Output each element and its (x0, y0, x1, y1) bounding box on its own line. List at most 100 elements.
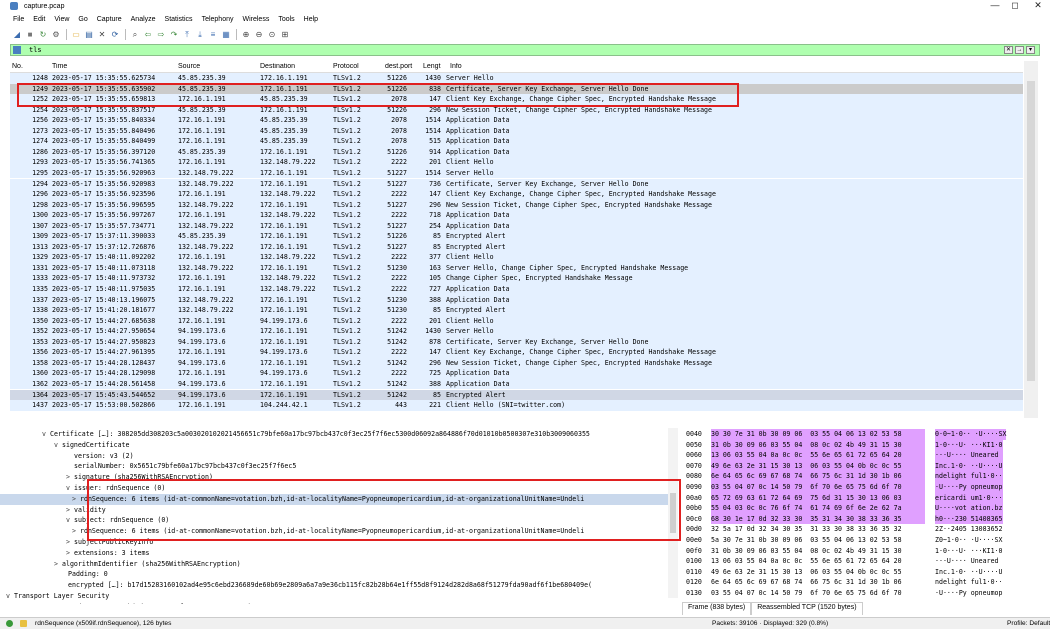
col-header-no[interactable]: No. (12, 63, 48, 70)
back-icon[interactable]: ⇦ (143, 30, 153, 40)
save-icon[interactable]: ▤ (84, 30, 94, 40)
packet-row[interactable]: 1333 2023-05-17 15:40:11.973732 172.16.1.1… (10, 273, 1023, 284)
packet-row[interactable]: 1337 2023-05-17 15:40:13.196075 132.148.79… (10, 294, 1023, 306)
collapsed-arrow-icon[interactable]: > (66, 537, 74, 548)
packet-row[interactable]: 1294 2023-05-17 15:35:56.920983 132.148.79… (10, 178, 1023, 189)
menu-wireless[interactable]: Wireless (242, 16, 269, 23)
zoom-normal-icon[interactable]: ⊙ (267, 30, 277, 40)
col-header-destination[interactable]: Destination (260, 63, 334, 70)
tree-node[interactable]: version: v3 (2) (0, 451, 672, 462)
collapsed-arrow-icon[interactable]: > (54, 559, 62, 570)
status-profile[interactable]: Profile: Default (1007, 618, 1050, 629)
packet-row[interactable]: 1360 2023-05-17 15:44:28.129098 172.16.1.1… (10, 368, 1023, 379)
packet-row[interactable]: 1300 2023-05-17 15:35:56.997267 172.16.1.1… (10, 210, 1023, 221)
col-header-dest-port[interactable]: dest.port (385, 63, 421, 70)
first-icon[interactable]: ⤒ (182, 30, 192, 40)
expanded-arrow-icon[interactable]: v (42, 429, 50, 440)
zoom-out-icon[interactable]: ⊖ (254, 30, 264, 40)
find-icon[interactable]: ⌕ (130, 30, 140, 40)
colorize-icon[interactable]: ▦ (221, 30, 231, 40)
packet-row[interactable]: 1329 2023-05-17 15:40:11.092202 172.16.1.1… (10, 252, 1023, 263)
open-icon[interactable]: ▭ (71, 30, 81, 40)
collapsed-arrow-icon[interactable]: > (72, 494, 80, 505)
collapsed-arrow-icon[interactable]: > (66, 548, 74, 559)
display-filter-input[interactable]: tls (29, 46, 42, 54)
packet-row[interactable]: 1350 2023-05-17 15:44:27.685638 172.16.1.1… (10, 315, 1023, 327)
expanded-arrow-icon[interactable]: v (66, 483, 74, 494)
display-filter-bar[interactable]: tls ✕ → ▾ (10, 44, 1040, 56)
packet-row[interactable]: 1298 2023-05-17 15:35:56.996595 132.148.79… (10, 199, 1023, 211)
forward-icon[interactable]: ⇨ (156, 30, 166, 40)
menu-go[interactable]: Go (78, 16, 87, 23)
tree-node[interactable]: v Transport Layer Security (0, 591, 672, 602)
packet-row[interactable]: 1273 2023-05-17 15:35:55.840496 172.16.1.1… (10, 125, 1023, 137)
shark-fin-icon[interactable]: ◢ (12, 30, 22, 40)
packet-row[interactable]: 1296 2023-05-17 15:35:56.923596 172.16.1.1… (10, 189, 1023, 200)
menu-edit[interactable]: Edit (33, 16, 45, 23)
close-button[interactable]: ✕ (1030, 0, 1046, 12)
reload-icon[interactable]: ⟳ (110, 30, 120, 40)
packet-row[interactable]: 1313 2023-05-17 15:37:12.726876 132.148.79… (10, 241, 1023, 253)
col-header-info[interactable]: Info (450, 63, 1020, 70)
resize-columns-icon[interactable]: ⊞ (280, 30, 290, 40)
expanded-arrow-icon[interactable]: v (54, 440, 62, 451)
restart-icon[interactable]: ↻ (38, 30, 48, 40)
zoom-in-icon[interactable]: ⊕ (241, 30, 251, 40)
packet-row[interactable]: 1352 2023-05-17 15:44:27.950654 94.199.173… (10, 326, 1023, 337)
packet-row[interactable]: 1331 2023-05-17 15:40:11.073118 132.148.79… (10, 262, 1023, 274)
collapsed-arrow-icon[interactable]: > (72, 526, 80, 537)
clear-filter-icon[interactable]: ✕ (1004, 46, 1013, 54)
menu-analyze[interactable]: Analyze (131, 16, 156, 23)
packet-row[interactable]: 1256 2023-05-17 15:35:55.840334 172.16.1.1… (10, 115, 1023, 126)
col-header-protocol[interactable]: Protocol (333, 63, 375, 70)
packet-row[interactable]: 1293 2023-05-17 15:35:56.741365 172.16.1.1… (10, 157, 1023, 168)
expanded-arrow-icon[interactable]: v (66, 515, 74, 526)
col-header-time[interactable]: Time (52, 63, 172, 70)
packet-row[interactable]: 1307 2023-05-17 15:35:57.734771 132.148.79… (10, 220, 1023, 232)
menu-tools[interactable]: Tools (278, 16, 294, 23)
last-icon[interactable]: ⤓ (195, 30, 205, 40)
col-header-length[interactable]: Lengt (423, 63, 447, 70)
menu-telephony[interactable]: Telephony (202, 16, 234, 23)
collapsed-arrow-icon[interactable]: > (66, 505, 74, 516)
col-header-source[interactable]: Source (178, 63, 260, 70)
autoscroll-icon[interactable]: ≡ (208, 30, 218, 40)
packet-row[interactable]: 1309 2023-05-17 15:37:11.390033 45.85.235.… (10, 231, 1023, 242)
filter-dropdown-icon[interactable]: ▾ (1026, 46, 1035, 54)
bookmark-icon[interactable] (13, 46, 21, 54)
packet-row[interactable]: 1338 2023-05-17 15:41:20.181677 132.148.79… (10, 305, 1023, 316)
packet-row[interactable]: 1274 2023-05-17 15:35:55.840499 172.16.1.1… (10, 136, 1023, 147)
expert-info-icon[interactable] (6, 620, 13, 627)
packet-row[interactable]: 1248 2023-05-17 15:35:55.625734 45.85.235.… (10, 73, 1023, 84)
goto-icon[interactable]: ↷ (169, 30, 179, 40)
packet-row[interactable]: 1358 2023-05-17 15:44:28.128437 94.199.173… (10, 357, 1023, 369)
packet-row[interactable]: 1286 2023-05-17 15:35:56.397120 45.85.235.… (10, 146, 1023, 158)
minimize-button[interactable]: — (987, 0, 1003, 12)
tree-node[interactable]: v signedCertificate (0, 440, 672, 451)
options-icon[interactable]: ⚙ (51, 30, 61, 40)
tab-frame[interactable]: Frame (838 bytes) (682, 602, 752, 615)
packet-row[interactable]: 1353 2023-05-17 15:44:27.950823 94.199.173… (10, 336, 1023, 348)
maximize-button[interactable]: ◻ (1007, 0, 1023, 12)
tree-node[interactable]: vTLSv1.2 Record Layer: Handshake Protoco… (0, 602, 672, 604)
packet-row[interactable]: 1437 2023-05-17 15:53:00.502866 172.16.1.1… (10, 400, 1023, 411)
menu-help[interactable]: Help (304, 16, 318, 23)
tree-node[interactable]: Padding: 0 (0, 569, 672, 580)
menu-view[interactable]: View (54, 16, 69, 23)
tab-reassembled-tcp[interactable]: Reassembled TCP (1520 bytes) (751, 602, 863, 615)
menu-capture[interactable]: Capture (97, 16, 122, 23)
tree-node[interactable]: v Certificate […]: 308205dd308203c5a00302… (0, 429, 672, 440)
edit-comment-icon[interactable] (20, 620, 27, 627)
packet-row[interactable]: 1335 2023-05-17 15:40:11.975035 172.16.1.1… (10, 284, 1023, 295)
packet-row[interactable]: 1364 2023-05-17 15:45:43.544652 94.199.173… (10, 389, 1023, 400)
tree-node[interactable]: serialNumber: 0x5651c79bfe60a17bc97bcb43… (0, 461, 672, 472)
packet-list-scrollbar[interactable] (1024, 61, 1038, 418)
tree-node[interactable]: > algorithmIdentifier (sha256WithRSAEncry… (0, 559, 672, 570)
collapsed-arrow-icon[interactable]: > (66, 472, 74, 483)
tree-node[interactable]: encrypted […]: b17d15283160102ad4e95c6eb… (0, 580, 672, 591)
expanded-arrow-icon[interactable]: v (18, 602, 26, 604)
packet-row[interactable]: 1295 2023-05-17 15:35:56.920963 132.148.79… (10, 167, 1023, 179)
tree-node[interactable]: > extensions: 3 items (0, 548, 672, 559)
expanded-arrow-icon[interactable]: v (6, 591, 14, 602)
stop-icon[interactable]: ■ (25, 30, 35, 40)
